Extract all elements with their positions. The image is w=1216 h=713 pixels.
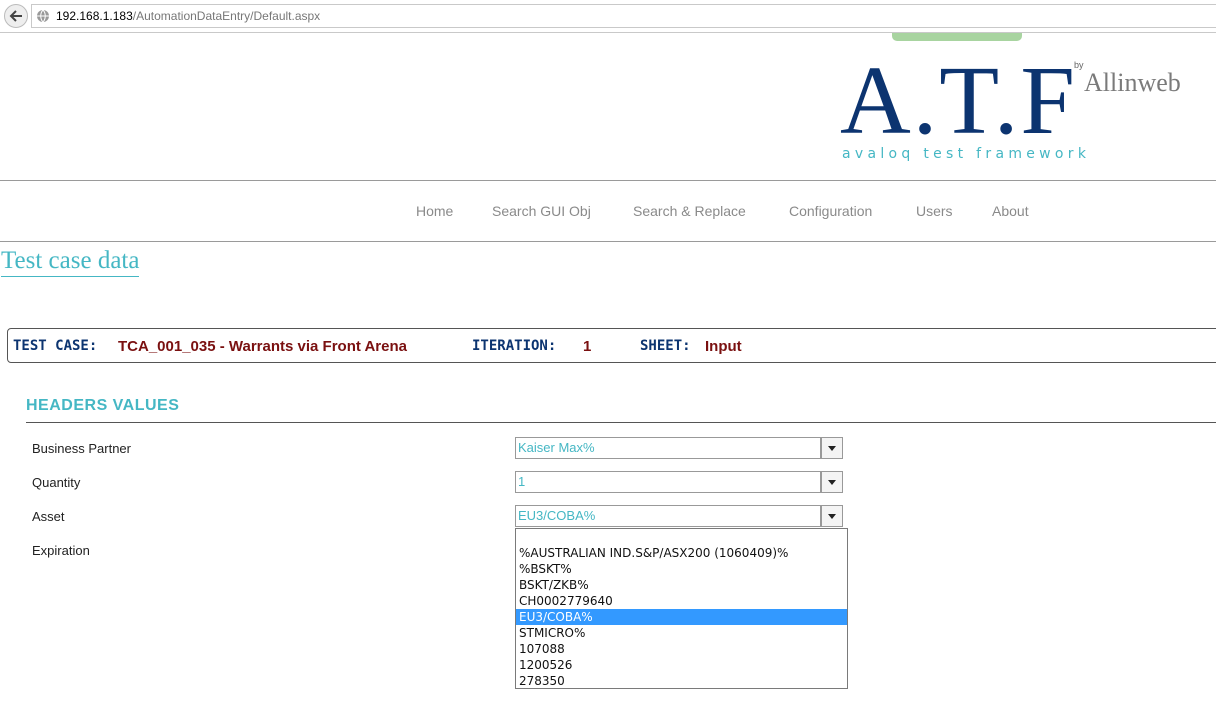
nav-users[interactable]: Users bbox=[916, 203, 953, 219]
asset-dropdown-list[interactable]: %AUSTRALIAN IND.S&P/ASX200 (1060409)% %B… bbox=[515, 528, 848, 689]
back-arrow-icon[interactable] bbox=[4, 4, 28, 28]
allinweb-logo: Allinweb bbox=[1084, 68, 1181, 97]
business-partner-input[interactable]: Kaiser Max% bbox=[515, 437, 821, 459]
sheet-label: SHEET: bbox=[640, 338, 691, 354]
asset-combo: EU3/COBA% bbox=[515, 505, 843, 527]
business-partner-dropdown-arrow-icon[interactable] bbox=[821, 437, 843, 459]
field-label-business-partner: Business Partner bbox=[32, 441, 131, 456]
quantity-combo: 1 bbox=[515, 471, 843, 493]
nav-search-gui-obj[interactable]: Search GUI Obj bbox=[492, 203, 591, 219]
url-host: 192.168.1.183 bbox=[56, 9, 133, 23]
nav-home[interactable]: Home bbox=[416, 203, 453, 219]
field-label-quantity: Quantity bbox=[32, 475, 81, 490]
test-case-value: TCA_001_035 - Warrants via Front Arena bbox=[118, 338, 407, 355]
dropdown-option[interactable] bbox=[516, 529, 847, 545]
url-field[interactable]: 192.168.1.183/AutomationDataEntry/Defaul… bbox=[31, 4, 1216, 28]
browser-address-bar: 192.168.1.183/AutomationDataEntry/Defaul… bbox=[0, 0, 1216, 33]
section-divider bbox=[26, 422, 1216, 423]
logo-by: by bbox=[1074, 60, 1084, 70]
dropdown-option-selected[interactable]: EU3/COBA% bbox=[516, 609, 847, 625]
nav-search-replace[interactable]: Search & Replace bbox=[633, 203, 746, 219]
nav-configuration[interactable]: Configuration bbox=[789, 203, 872, 219]
iteration-label: ITERATION: bbox=[472, 338, 557, 354]
dropdown-option[interactable]: 1200526 bbox=[516, 657, 847, 673]
sheet-value: Input bbox=[705, 338, 742, 355]
dropdown-option[interactable]: STMICRO% bbox=[516, 625, 847, 641]
field-label-asset: Asset bbox=[32, 509, 65, 524]
dropdown-option[interactable]: %BSKT% bbox=[516, 561, 847, 577]
dropdown-option[interactable]: 107088 bbox=[516, 641, 847, 657]
asset-input[interactable]: EU3/COBA% bbox=[515, 505, 821, 527]
dropdown-option[interactable]: 278350 bbox=[516, 673, 847, 689]
quantity-input[interactable]: 1 bbox=[515, 471, 821, 493]
test-case-label: TEST CASE: bbox=[13, 338, 98, 354]
section-title: HEADERS VALUES bbox=[26, 397, 180, 414]
quantity-dropdown-arrow-icon[interactable] bbox=[821, 471, 843, 493]
iteration-value: 1 bbox=[583, 338, 592, 355]
dropdown-option[interactable]: %AUSTRALIAN IND.S&P/ASX200 (1060409)% bbox=[516, 545, 847, 561]
globe-icon bbox=[37, 9, 49, 23]
test-case-info-box: TEST CASE: TCA_001_035 - Warrants via Fr… bbox=[7, 328, 1216, 363]
url-path: /AutomationDataEntry/Default.aspx bbox=[132, 9, 321, 23]
nav-divider bbox=[0, 241, 1216, 242]
header-divider bbox=[0, 180, 1216, 181]
logo-subtitle: avaloq test framework bbox=[842, 146, 1091, 162]
dropdown-option[interactable]: BSKT/ZKB% bbox=[516, 577, 847, 593]
asset-dropdown-arrow-icon[interactable] bbox=[821, 505, 843, 527]
header-accent-bar bbox=[892, 33, 1022, 41]
business-partner-combo: Kaiser Max% bbox=[515, 437, 843, 459]
main-nav: Home Search GUI Obj Search & Replace Con… bbox=[0, 196, 1216, 226]
dropdown-option[interactable]: CH0002779640 bbox=[516, 593, 847, 609]
nav-about[interactable]: About bbox=[992, 203, 1029, 219]
atf-logo: A.T.F avaloq test framework by Allinweb bbox=[840, 52, 1200, 172]
logo-main-text: A.T.F bbox=[840, 47, 1077, 155]
page-title: Test case data bbox=[1, 246, 140, 277]
field-label-expiration: Expiration bbox=[32, 543, 90, 558]
